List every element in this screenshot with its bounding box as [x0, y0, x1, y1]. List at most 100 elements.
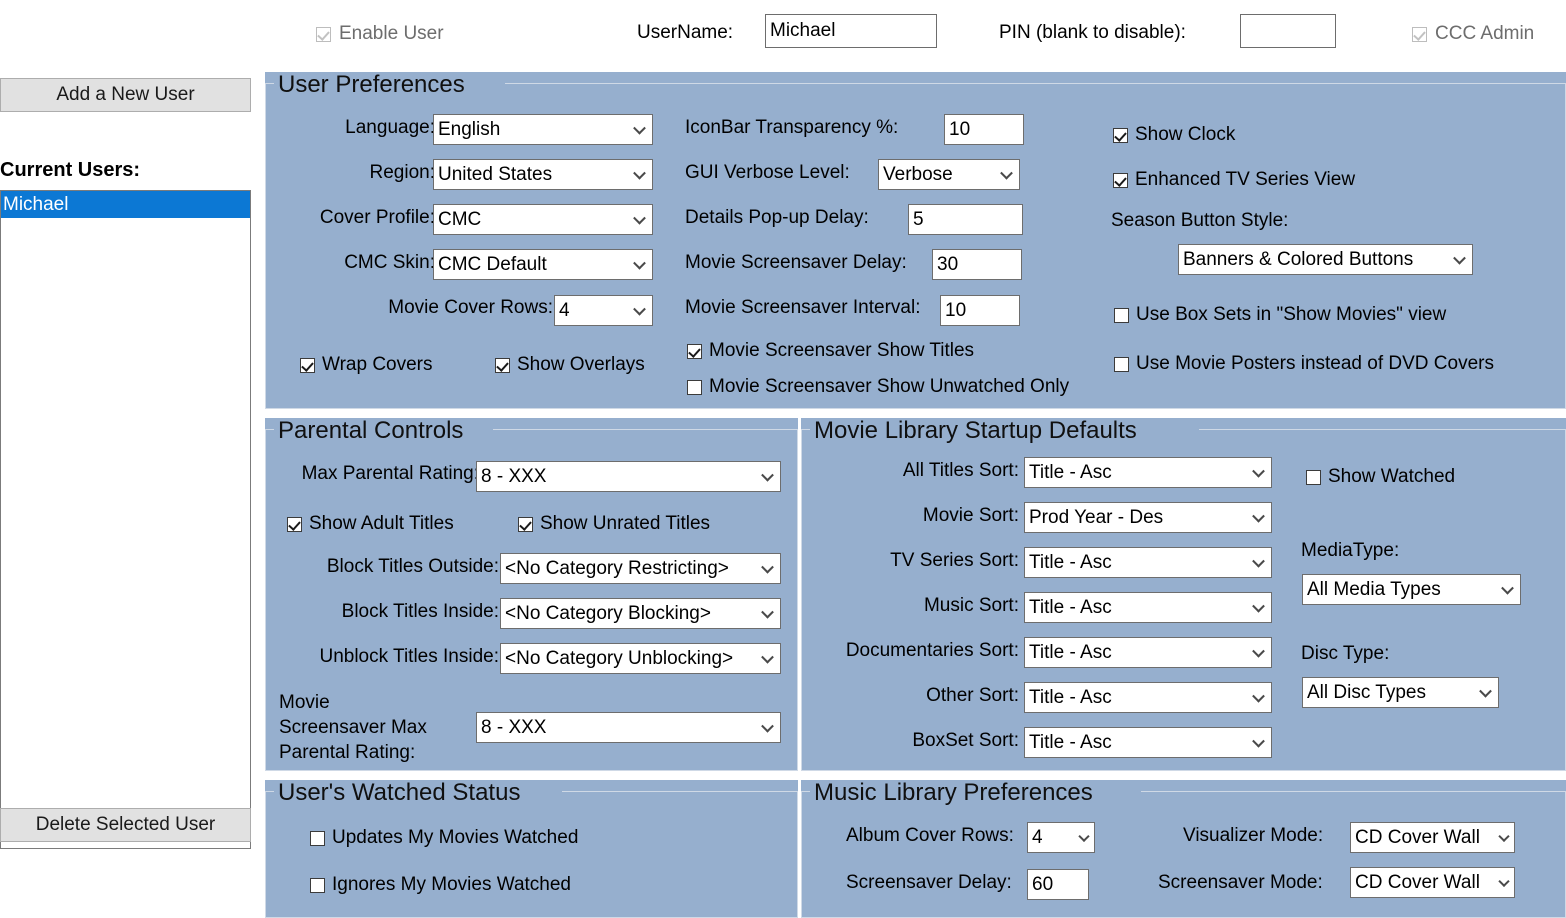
wrap-covers-checkbox[interactable]	[300, 357, 315, 373]
show-clock-row[interactable]: Show Clock	[1113, 124, 1235, 146]
movie-sort-value: Prod Year - Des	[1029, 506, 1164, 528]
screensaver-max-parental-rating-select[interactable]: 8 - XXX	[476, 712, 781, 743]
gui-verbose-level-select[interactable]: Verbose	[878, 159, 1020, 190]
use-box-sets-checkbox[interactable]	[1114, 307, 1129, 323]
screensaver-show-unwatched-row[interactable]: Movie Screensaver Show Unwatched Only	[687, 376, 1069, 398]
gui-verbose-label-wrap: GUI Verbose Level:	[685, 162, 850, 184]
panel-title: User's Watched Status	[278, 779, 521, 806]
show-overlays-row[interactable]: Show Overlays	[495, 354, 645, 376]
movie-sort-label: Movie Sort:	[922, 505, 1019, 526]
use-box-sets-row[interactable]: Use Box Sets in "Show Movies" view	[1114, 304, 1446, 326]
chevron-down-icon	[1479, 684, 1492, 698]
user-preferences-panel: User Preferences Language: English Regio…	[265, 72, 1566, 409]
screensaver-mode-select[interactable]: CD Cover Wall	[1350, 867, 1515, 898]
other-sort-label-wrap: Other Sort:	[816, 685, 1019, 707]
pin-input[interactable]	[1240, 14, 1336, 48]
unblock-titles-inside-select[interactable]: <No Category Unblocking>	[500, 643, 781, 674]
documentaries-sort-select[interactable]: Title - Asc	[1024, 637, 1272, 668]
add-new-user-button[interactable]: Add a New User	[0, 78, 251, 112]
max-parental-rating-select[interactable]: 8 - XXX	[476, 461, 781, 492]
show-watched-row[interactable]: Show Watched	[1306, 466, 1455, 488]
ignores-my-movies-watched-label: Ignores My Movies Watched	[332, 874, 571, 895]
show-unrated-titles-row[interactable]: Show Unrated Titles	[518, 513, 710, 535]
screensaver-show-titles-row[interactable]: Movie Screensaver Show Titles	[687, 340, 974, 362]
show-overlays-checkbox[interactable]	[495, 357, 510, 373]
block-titles-inside-label: Block Titles Inside:	[341, 601, 499, 622]
list-item[interactable]: Michael	[1, 191, 250, 218]
show-unrated-titles-checkbox[interactable]	[518, 516, 533, 532]
other-sort-value: Title - Asc	[1029, 686, 1112, 708]
boxset-sort-select[interactable]: Title - Asc	[1024, 727, 1272, 758]
language-select[interactable]: English	[433, 114, 653, 145]
use-box-sets-label: Use Box Sets in "Show Movies" view	[1136, 304, 1447, 325]
screensaver-max-parental-rating-value: 8 - XXX	[481, 716, 547, 738]
block-titles-outside-select[interactable]: <No Category Restricting>	[500, 553, 781, 584]
use-movie-posters-row[interactable]: Use Movie Posters instead of DVD Covers	[1114, 353, 1494, 375]
movie-screensaver-delay-label-wrap: Movie Screensaver Delay:	[685, 252, 907, 274]
cover-profile-select[interactable]: CMC	[433, 204, 653, 235]
enable-user-checkbox-row[interactable]: Enable User	[316, 23, 444, 45]
tv-series-sort-select[interactable]: Title - Asc	[1024, 547, 1272, 578]
all-titles-sort-select[interactable]: Title - Asc	[1024, 457, 1272, 488]
chevron-down-icon	[1252, 464, 1265, 478]
block-titles-inside-select[interactable]: <No Category Blocking>	[500, 598, 781, 629]
music-sort-label-wrap: Music Sort:	[816, 595, 1019, 617]
show-adult-titles-checkbox[interactable]	[287, 516, 302, 532]
chevron-down-icon	[761, 468, 774, 482]
ccc-admin-checkbox-row[interactable]: CCC Admin	[1412, 23, 1534, 45]
visualizer-mode-select[interactable]: CD Cover Wall	[1350, 822, 1515, 853]
details-popup-delay-label: Details Pop-up Delay:	[685, 207, 869, 228]
use-movie-posters-checkbox[interactable]	[1114, 356, 1129, 372]
show-overlays-label: Show Overlays	[517, 354, 645, 375]
wrap-covers-row[interactable]: Wrap Covers	[300, 354, 433, 376]
enhanced-tv-series-view-row[interactable]: Enhanced TV Series View	[1113, 169, 1355, 191]
disc-type-select[interactable]: All Disc Types	[1302, 677, 1499, 708]
screensaver-show-unwatched-checkbox[interactable]	[687, 379, 702, 395]
movie-screensaver-delay-input[interactable]	[932, 249, 1022, 280]
panel-border-top-right	[562, 791, 798, 792]
show-watched-label: Show Watched	[1328, 466, 1456, 487]
ignores-my-movies-watched-checkbox[interactable]	[310, 877, 325, 893]
chevron-down-icon	[1252, 734, 1265, 748]
language-label: Language:	[345, 117, 435, 138]
username-input[interactable]	[765, 14, 937, 48]
media-type-select[interactable]: All Media Types	[1302, 574, 1521, 605]
boxset-sort-label: BoxSet Sort:	[912, 730, 1019, 751]
enhanced-tv-series-view-checkbox[interactable]	[1113, 172, 1128, 188]
music-sort-select[interactable]: Title - Asc	[1024, 592, 1272, 623]
other-sort-select[interactable]: Title - Asc	[1024, 682, 1272, 713]
panel-title: Music Library Preferences	[814, 779, 1093, 806]
chevron-down-icon	[1501, 581, 1514, 595]
movie-screensaver-interval-input[interactable]	[940, 295, 1020, 326]
screensaver-show-titles-label: Movie Screensaver Show Titles	[709, 340, 975, 361]
album-cover-rows-label: Album Cover Rows:	[846, 825, 1014, 846]
show-watched-checkbox[interactable]	[1306, 469, 1321, 485]
screensaver-delay-input[interactable]	[1027, 869, 1089, 900]
chevron-down-icon	[633, 211, 646, 225]
season-button-style-select[interactable]: Banners & Colored Buttons	[1178, 244, 1473, 275]
current-users-list[interactable]: Michael	[0, 190, 251, 849]
ignores-my-movies-watched-row[interactable]: Ignores My Movies Watched	[310, 874, 571, 896]
movie-cover-rows-select[interactable]: 4	[554, 295, 653, 326]
movie-screensaver-interval-label: Movie Screensaver Interval:	[685, 297, 921, 318]
disc-type-label: Disc Type:	[1301, 643, 1390, 664]
show-clock-checkbox[interactable]	[1113, 127, 1128, 143]
iconbar-transparency-input[interactable]	[944, 114, 1024, 145]
enable-user-checkbox[interactable]	[316, 26, 331, 42]
updates-my-movies-watched-row[interactable]: Updates My Movies Watched	[310, 827, 578, 849]
album-cover-rows-select[interactable]: 4	[1027, 822, 1095, 853]
pin-field-group: PIN (blank to disable):	[999, 22, 1186, 44]
screensaver-mode-label: Screensaver Mode:	[1158, 872, 1323, 893]
chevron-down-icon	[1498, 830, 1510, 842]
screensaver-show-titles-checkbox[interactable]	[687, 343, 702, 359]
details-popup-delay-input[interactable]	[908, 204, 1023, 235]
show-adult-titles-row[interactable]: Show Adult Titles	[287, 513, 454, 535]
region-select[interactable]: United States	[433, 159, 653, 190]
updates-my-movies-watched-checkbox[interactable]	[310, 830, 325, 846]
cmc-skin-select[interactable]: CMC Default	[433, 249, 653, 280]
delete-selected-user-button[interactable]: Delete Selected User	[0, 808, 251, 842]
music-library-preferences-panel: Music Library Preferences Album Cover Ro…	[801, 780, 1566, 918]
ccc-admin-checkbox[interactable]	[1412, 26, 1427, 42]
chevron-down-icon	[761, 560, 774, 574]
movie-sort-select[interactable]: Prod Year - Des	[1024, 502, 1272, 533]
